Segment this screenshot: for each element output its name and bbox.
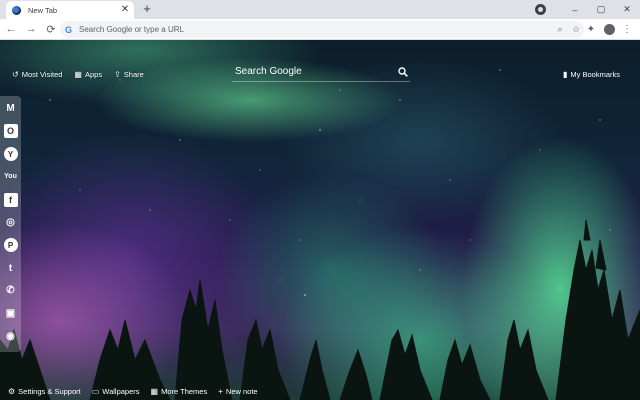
settings-support-label: Settings & Support: [18, 387, 81, 396]
gmail-icon: M: [6, 103, 15, 114]
search-icon[interactable]: [396, 65, 410, 79]
share-link[interactable]: ⇪ Share: [114, 70, 144, 79]
bookmark-icon: ▮: [563, 70, 568, 79]
close-icon[interactable]: ✕: [120, 5, 130, 15]
wallpapers-link[interactable]: ▭ Wallpapers: [92, 387, 140, 396]
bottom-bar: ⚙ Settings & Support ▭ Wallpapers ▦ More…: [8, 387, 258, 396]
more-themes-label: More Themes: [161, 387, 208, 396]
tab-title: New Tab: [28, 5, 58, 15]
profile-icon[interactable]: [535, 4, 546, 15]
sidebar-item-pinterest[interactable]: P: [2, 236, 20, 255]
close-window-button[interactable]: ✕: [614, 4, 640, 15]
new-note-label: New note: [225, 387, 258, 396]
back-button[interactable]: ←: [2, 20, 20, 38]
sidebar-item-facebook[interactable]: f: [2, 190, 20, 209]
sidebar-item-outlook[interactable]: O: [2, 122, 20, 141]
sidebar-item-yahoo[interactable]: Y: [2, 145, 20, 164]
new-tab-button[interactable]: +: [140, 2, 154, 16]
reddit-icon: ◉: [6, 330, 15, 342]
minimize-button[interactable]: –: [562, 5, 588, 15]
sidebar-item-youtube[interactable]: You: [2, 167, 20, 186]
settings-support-link[interactable]: ⚙ Settings & Support: [8, 387, 81, 396]
google-icon: G: [65, 24, 73, 35]
maximize-button[interactable]: ▢: [588, 4, 614, 15]
themes-grid-icon: ▦: [150, 387, 159, 396]
forward-button[interactable]: →: [22, 20, 40, 38]
most-visited-link[interactable]: ↺ Most Visited: [12, 70, 62, 79]
sidebar-item-gmail[interactable]: M: [2, 99, 20, 118]
apps-label: Apps: [84, 70, 103, 79]
wallpapers-label: Wallpapers: [102, 387, 140, 396]
window-controls: – ▢ ✕: [535, 0, 640, 19]
tab-strip: New Tab ✕ + – ▢ ✕: [0, 0, 640, 19]
search-box: [232, 62, 410, 82]
youtube-icon: You: [4, 173, 17, 181]
my-bookmarks-label: My Bookmarks: [570, 70, 620, 79]
quick-links-sidebar: M O Y You f ◎ P t ✆ ▣ ◉: [0, 96, 21, 352]
more-themes-link[interactable]: ▦ More Themes: [151, 387, 208, 396]
app-icon: ▣: [5, 308, 16, 320]
omnibox-placeholder[interactable]: Search Google or type a URL: [79, 25, 552, 34]
menu-icon[interactable]: ⋮: [618, 21, 636, 38]
sidebar-item-twitter[interactable]: t: [2, 259, 20, 278]
avatar: [603, 24, 615, 35]
plus-icon: +: [218, 387, 223, 396]
toolbar-actions: ✦ ⋮: [582, 21, 636, 38]
new-tab-page: ↺ Most Visited ▦ Apps ⇪ Share ▮ My Bookm…: [0, 40, 640, 400]
sidebar-item-instagram[interactable]: ◎: [2, 213, 20, 232]
browser-toolbar: ← → ⟳ G Search Google or type a URL ⌕ ☆ …: [0, 19, 640, 40]
extensions-icon[interactable]: ✦: [582, 21, 600, 38]
twitter-icon: t: [8, 262, 13, 274]
search-input[interactable]: [232, 66, 396, 77]
gear-icon: ⚙: [8, 387, 16, 396]
account-button[interactable]: [600, 21, 618, 38]
tab-new-tab[interactable]: New Tab ✕: [6, 1, 134, 19]
outlook-icon: O: [3, 124, 18, 139]
my-bookmarks-link[interactable]: ▮ My Bookmarks: [563, 70, 620, 79]
facebook-icon: f: [3, 192, 18, 207]
forest-silhouette: [0, 219, 640, 400]
sidebar-item-app[interactable]: ▣: [2, 304, 20, 323]
sidebar-item-reddit[interactable]: ◉: [2, 327, 20, 346]
apps-link[interactable]: ▦ Apps: [74, 70, 102, 79]
apps-grid-icon: ▦: [74, 70, 82, 79]
sidebar-item-whatsapp[interactable]: ✆: [2, 281, 20, 300]
share-label: Share: [123, 70, 144, 79]
pinterest-icon: P: [3, 238, 18, 253]
omnibox[interactable]: G Search Google or type a URL ⌕ ☆: [60, 21, 584, 38]
top-links: ↺ Most Visited ▦ Apps ⇪ Share: [12, 70, 144, 79]
new-note-link[interactable]: + New note: [218, 387, 257, 396]
yahoo-icon: Y: [3, 147, 18, 162]
whatsapp-icon: ✆: [6, 285, 15, 297]
instagram-icon: ◎: [6, 216, 15, 228]
history-icon: ↺: [12, 70, 19, 79]
share-icon: ⇪: [114, 70, 121, 79]
reload-button[interactable]: ⟳: [42, 20, 60, 38]
most-visited-label: Most Visited: [21, 70, 63, 79]
tab-favicon-icon: [12, 5, 21, 15]
wallpaper-icon: ▭: [91, 387, 100, 396]
zoom-icon[interactable]: ⌕: [552, 24, 568, 35]
